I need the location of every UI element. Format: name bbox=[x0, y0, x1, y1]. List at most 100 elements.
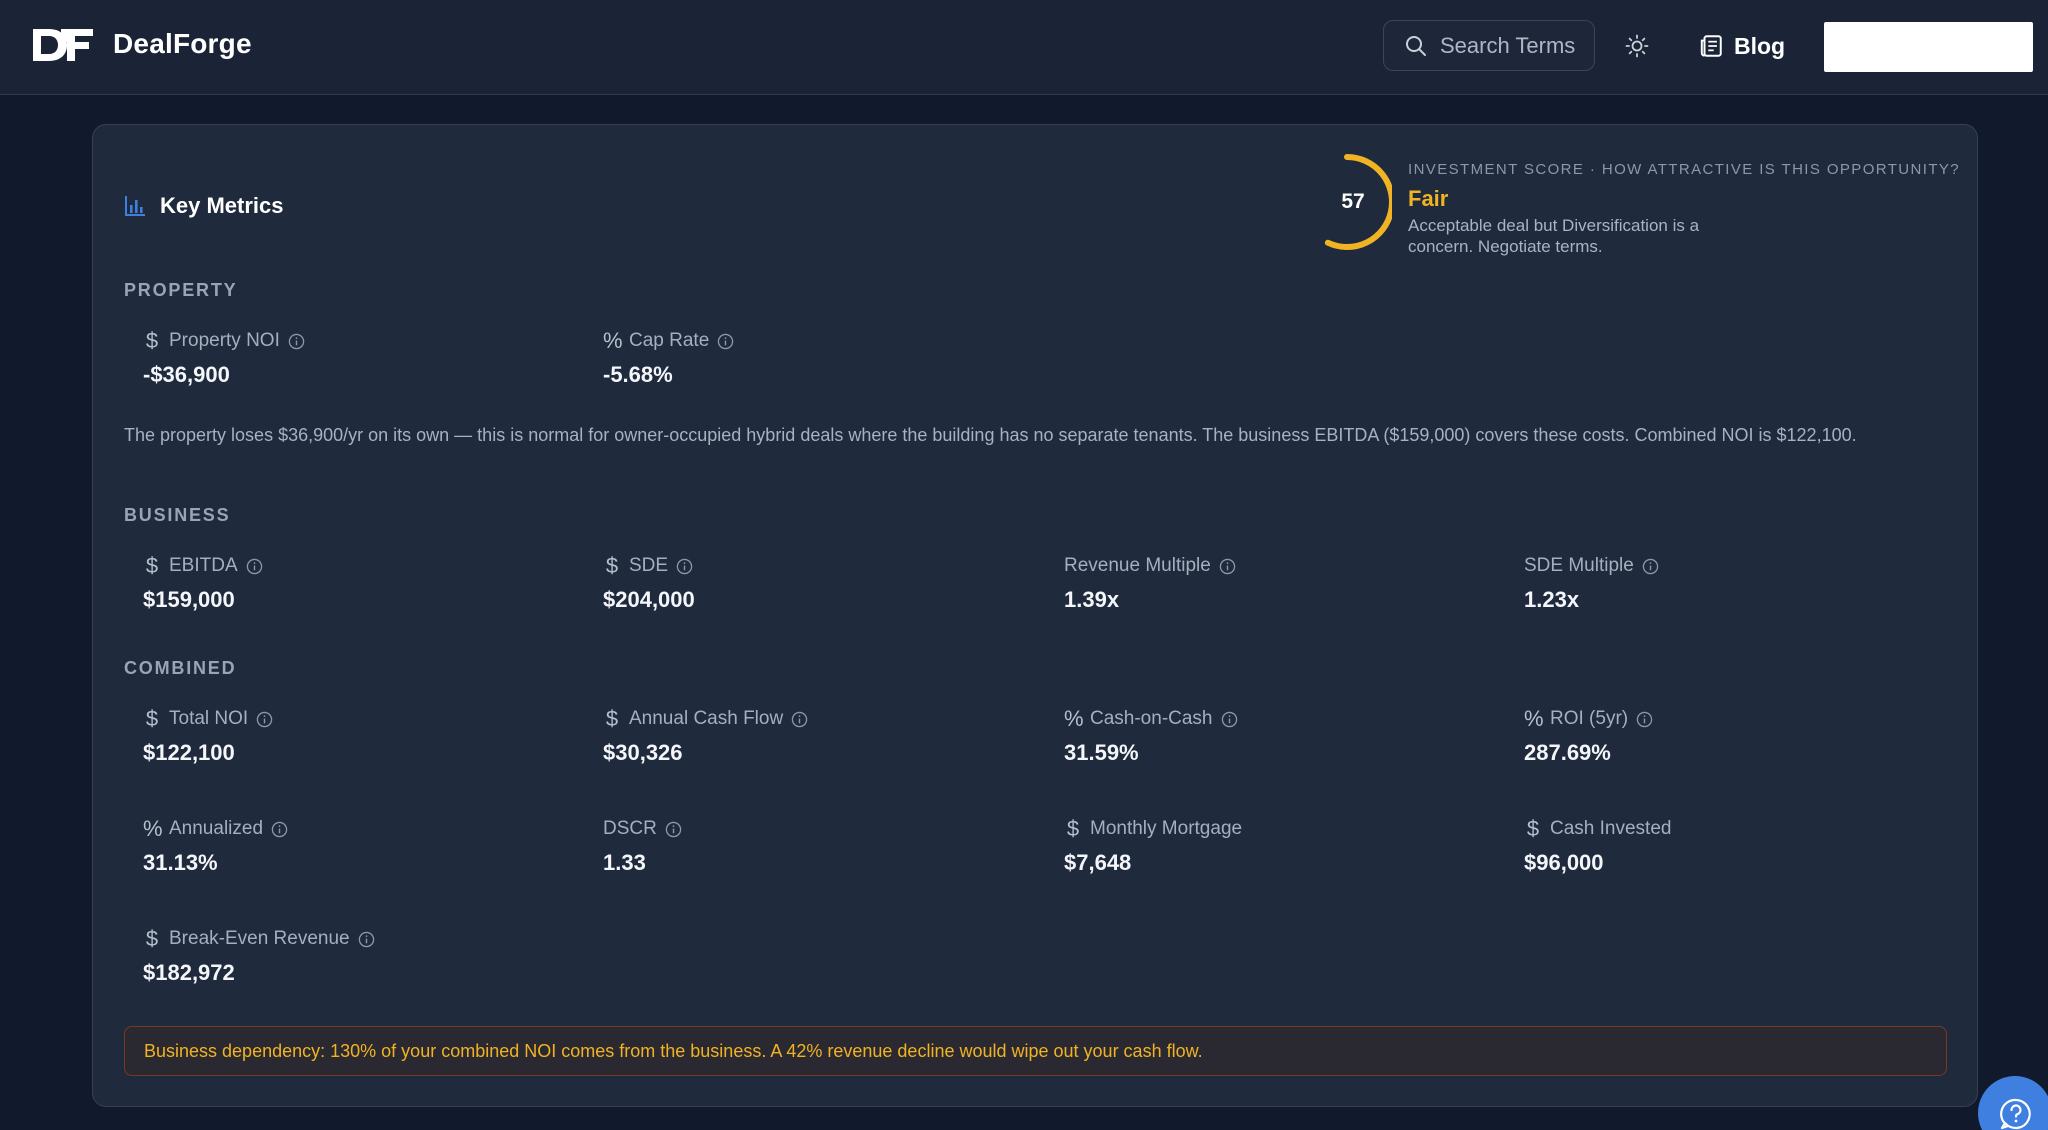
top-nav: DealForge Blog bbox=[0, 0, 2048, 95]
metric-property-noi: $ Property NOI -$36,900 bbox=[143, 328, 305, 388]
metric-value: $96,000 bbox=[1524, 850, 1604, 875]
theme-toggle-button[interactable] bbox=[1622, 31, 1652, 61]
info-icon[interactable] bbox=[665, 821, 682, 838]
percent-icon: % bbox=[1524, 706, 1544, 731]
logo-mark-icon bbox=[33, 29, 93, 61]
metric-label: SDE bbox=[629, 555, 669, 576]
metric-label: Annual Cash Flow bbox=[629, 708, 784, 729]
metric-sde: $ SDE $204,000 bbox=[603, 553, 695, 613]
info-icon[interactable] bbox=[288, 333, 305, 350]
percent-icon: % bbox=[603, 328, 623, 353]
search-input[interactable] bbox=[1440, 32, 1590, 59]
dollar-icon: $ bbox=[605, 706, 619, 731]
score-grade: Fair bbox=[1408, 186, 1449, 211]
metric-value: 31.13% bbox=[143, 850, 218, 875]
search-icon bbox=[1406, 35, 1426, 56]
info-icon[interactable] bbox=[791, 711, 808, 728]
metric-label: Property NOI bbox=[169, 330, 280, 351]
investment-score-gauge: 57 bbox=[1312, 153, 1395, 251]
newspaper-icon bbox=[1700, 35, 1722, 57]
info-icon[interactable] bbox=[717, 333, 734, 350]
metric-value: $204,000 bbox=[603, 587, 695, 612]
metric-annual-cash-flow: $ Annual Cash Flow $30,326 bbox=[603, 706, 808, 766]
blog-label: Blog bbox=[1734, 32, 1786, 59]
info-icon[interactable] bbox=[1636, 711, 1653, 728]
metric-monthly-mortgage: $ Monthly Mortgage $7,648 bbox=[1064, 816, 1242, 876]
info-icon[interactable] bbox=[358, 931, 375, 948]
metric-value: 1.33 bbox=[603, 850, 646, 875]
metric-label: EBITDA bbox=[169, 555, 238, 576]
blog-link[interactable]: Blog bbox=[1698, 28, 1785, 64]
metric-value: -5.68% bbox=[603, 362, 673, 387]
info-icon[interactable] bbox=[1221, 711, 1238, 728]
metric-revenue-multiple: Revenue Multiple 1.39x bbox=[1064, 553, 1236, 613]
section-title-property: PROPERTY bbox=[124, 280, 238, 300]
info-icon[interactable] bbox=[256, 711, 273, 728]
metric-value: $122,100 bbox=[143, 740, 235, 765]
metric-dscr: DSCR 1.33 bbox=[603, 816, 682, 876]
dollar-icon: $ bbox=[145, 926, 159, 951]
metric-value: 31.59% bbox=[1064, 740, 1139, 765]
dollar-icon: $ bbox=[1526, 816, 1540, 841]
sun-icon bbox=[1625, 34, 1649, 58]
metric-label: Cap Rate bbox=[629, 330, 710, 351]
info-icon[interactable] bbox=[246, 558, 263, 575]
metric-sde-multiple: SDE Multiple 1.23x bbox=[1524, 553, 1659, 613]
dollar-icon: $ bbox=[145, 328, 159, 353]
account-button[interactable] bbox=[1824, 22, 2033, 72]
metric-roi-5yr: % ROI (5yr) 287.69% bbox=[1524, 706, 1653, 766]
metric-label: Revenue Multiple bbox=[1064, 555, 1211, 576]
metric-value: $30,326 bbox=[603, 740, 683, 765]
dollar-icon: $ bbox=[1066, 816, 1080, 841]
metric-label: DSCR bbox=[603, 818, 657, 839]
key-metrics-card: Key Metrics 57 INVESTMENT SCORE · HOW AT… bbox=[92, 124, 1978, 1107]
score-caption: INVESTMENT SCORE · HOW ATTRACTIVE IS THI… bbox=[1408, 161, 1961, 178]
metric-label: Annualized bbox=[169, 818, 264, 839]
section-title-business: BUSINESS bbox=[124, 505, 231, 525]
metric-value: -$36,900 bbox=[143, 362, 230, 387]
metric-break-even-revenue: $ Break-Even Revenue $182,972 bbox=[143, 926, 375, 986]
help-chat-icon bbox=[2000, 1098, 2031, 1130]
info-icon[interactable] bbox=[1642, 558, 1659, 575]
business-dependency-warning: Business dependency: 130% of your combin… bbox=[124, 1026, 1947, 1076]
percent-icon: % bbox=[143, 816, 163, 841]
dollar-icon: $ bbox=[145, 706, 159, 731]
metric-label: Cash-on-Cash bbox=[1090, 708, 1213, 729]
metric-label: Break-Even Revenue bbox=[169, 928, 350, 949]
metric-ebitda: $ EBITDA $159,000 bbox=[143, 553, 263, 613]
info-icon[interactable] bbox=[676, 558, 693, 575]
dealforge-logo[interactable] bbox=[31, 25, 95, 65]
score-value: 57 bbox=[1341, 190, 1365, 213]
info-icon[interactable] bbox=[1219, 558, 1236, 575]
metric-label: SDE Multiple bbox=[1524, 555, 1634, 576]
percent-icon: % bbox=[1064, 706, 1084, 731]
score-description: Acceptable deal but Diversification is a… bbox=[1408, 216, 1700, 256]
property-explanation: The property loses $36,900/yr on its own… bbox=[124, 425, 1857, 445]
section-title-combined: COMBINED bbox=[124, 658, 237, 678]
metric-value: 1.23x bbox=[1524, 587, 1580, 612]
dollar-icon: $ bbox=[605, 553, 619, 578]
metric-label: ROI (5yr) bbox=[1550, 708, 1629, 729]
metric-label: Cash Invested bbox=[1550, 818, 1672, 839]
metric-total-noi: $ Total NOI $122,100 bbox=[143, 706, 273, 766]
card-title: Key Metrics bbox=[160, 193, 284, 218]
metric-annualized: % Annualized 31.13% bbox=[143, 816, 288, 876]
search-box[interactable] bbox=[1383, 20, 1595, 71]
bar-chart-icon bbox=[125, 196, 145, 216]
metric-value: $159,000 bbox=[143, 587, 235, 612]
metric-label: Monthly Mortgage bbox=[1090, 818, 1243, 839]
metric-value: 287.69% bbox=[1524, 740, 1611, 765]
info-icon[interactable] bbox=[271, 821, 288, 838]
dollar-icon: $ bbox=[145, 553, 159, 578]
metric-value: $182,972 bbox=[143, 960, 235, 985]
score-text: INVESTMENT SCORE · HOW ATTRACTIVE IS THI… bbox=[1408, 161, 1968, 257]
metric-cash-invested: $ Cash Invested $96,000 bbox=[1524, 816, 1671, 876]
metric-cash-on-cash: % Cash-on-Cash 31.59% bbox=[1064, 706, 1238, 766]
metric-cap-rate: % Cap Rate -5.68% bbox=[603, 328, 734, 388]
help-chat-button[interactable] bbox=[1978, 1076, 2048, 1130]
metric-value: 1.39x bbox=[1064, 587, 1120, 612]
metric-label: Total NOI bbox=[169, 708, 249, 729]
card-header: Key Metrics bbox=[124, 193, 284, 219]
metric-value: $7,648 bbox=[1064, 850, 1132, 875]
brand-name[interactable]: DealForge bbox=[113, 28, 252, 60]
